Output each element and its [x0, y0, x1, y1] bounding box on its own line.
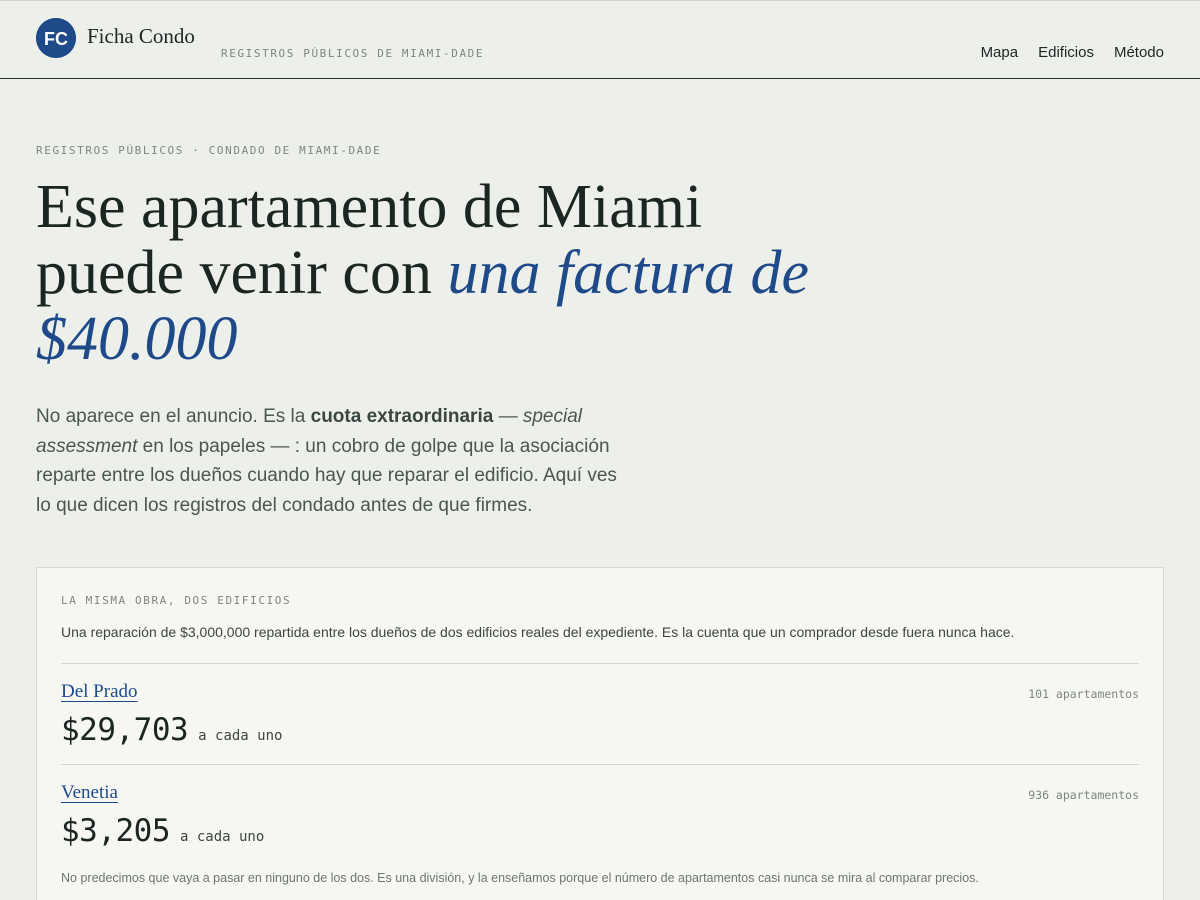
site-header: FC Ficha Condo REGISTROS PÚBLICOS DE MIA… [0, 0, 1200, 79]
building-amount-suffix: a cada uno [179, 829, 265, 845]
building-amount-suffix: a cada uno [198, 728, 283, 744]
card-description: Una reparación de $3,000,000 repartida e… [61, 624, 1015, 640]
nav-link-metodo[interactable]: Método [1114, 44, 1164, 61]
comparison-card: LA MISMA OBRA, DOS EDIFICIOS Una reparac… [36, 567, 1164, 900]
building-units: 936 apartamentos [1028, 788, 1139, 802]
divider [61, 764, 1139, 765]
building-units: 101 apartamentos [1028, 687, 1139, 701]
nav-link-edificios[interactable]: Edificios [1038, 44, 1094, 61]
headline-line-1: Ese apartamento de Miami [36, 173, 703, 241]
hero-eyebrow: REGISTROS PÚBLICOS · CONDADO DE MIAMI-DA… [36, 144, 382, 157]
lead-bold: cuota extraordinaria [310, 406, 494, 427]
hero-headline: Ese apartamento de Miami puede venir con… [36, 174, 856, 372]
card-note: No predecimos que vaya a pasar en ningun… [61, 871, 979, 885]
brand-name[interactable]: Ficha Condo [87, 24, 195, 49]
logo-text: FC [44, 29, 68, 49]
divider [61, 663, 1139, 664]
building-link-del-prado[interactable]: Del Prado [61, 681, 138, 703]
main-nav: Mapa Edificios Método [981, 44, 1164, 61]
lead-part-2: — [493, 406, 523, 427]
logo-icon[interactable]: FC [36, 18, 76, 58]
lead-part-1: No aparece en el anuncio. Es la [36, 406, 311, 427]
building-amount: $3,205 [61, 813, 170, 849]
headline-line-2: puede venir con [36, 239, 448, 307]
nav-link-mapa[interactable]: Mapa [981, 44, 1019, 61]
building-amount-row: $3,205 a cada uno [61, 813, 264, 849]
building-amount: $29,703 [61, 712, 189, 748]
building-amount-row: $29,703 a cada uno [61, 712, 282, 748]
card-label: LA MISMA OBRA, DOS EDIFICIOS [61, 594, 292, 607]
headline-accent-1: una factura de [447, 239, 810, 307]
hero-lead: No aparece en el anuncio. Es la cuota ex… [36, 402, 626, 520]
brand-tagline: REGISTROS PÚBLICOS DE MIAMI-DADE [221, 47, 485, 60]
headline-accent-2: $40.000 [36, 305, 238, 373]
building-link-venetia[interactable]: Venetia [61, 782, 118, 804]
